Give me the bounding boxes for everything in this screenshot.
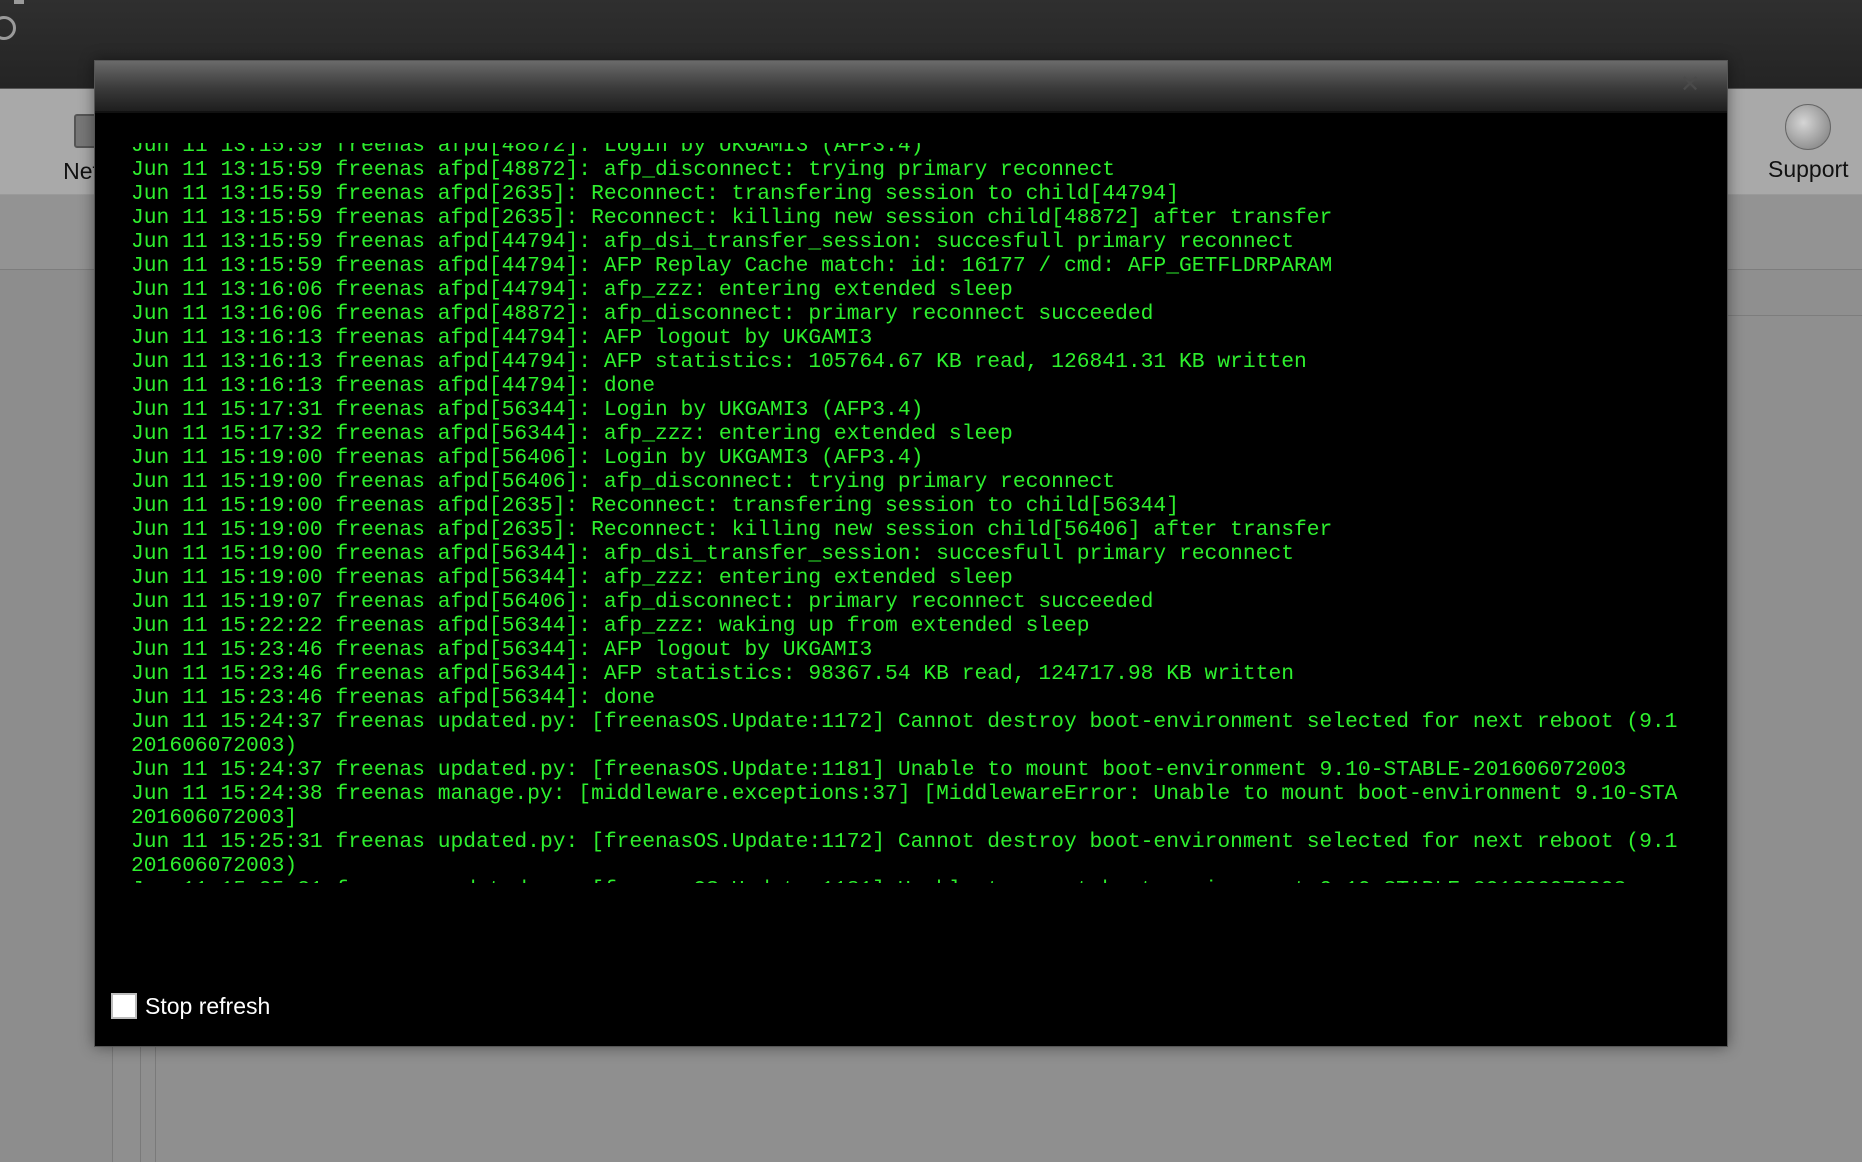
- log-line: Jun 11 13:15:59 freenas afpd[2635]: Reco…: [131, 182, 1179, 206]
- support-icon: [1785, 104, 1832, 150]
- log-line: 201606072003): [131, 854, 298, 878]
- log-line: Jun 11 13:16:13 freenas afpd[44794]: AFP…: [131, 350, 1307, 374]
- log-output[interactable]: Jun 11 13:15:59 freenas afpd[48872]: Log…: [131, 143, 1727, 883]
- log-dialog: ✕ Jun 11 13:15:59 freenas afpd[48872]: L…: [94, 60, 1728, 1047]
- log-line: Jun 11 15:17:32 freenas afpd[56344]: afp…: [131, 422, 1013, 446]
- log-line: Jun 11 15:25:31 freenas updated.py: [fre…: [131, 830, 1678, 854]
- log-line: 201606072003): [131, 734, 298, 758]
- log-line: Jun 11 13:16:06 freenas afpd[44794]: afp…: [131, 278, 1013, 302]
- log-line: Jun 11 13:15:59 freenas afpd[2635]: Reco…: [131, 206, 1333, 230]
- log-line: Jun 11 13:15:59 freenas afpd[48872]: afp…: [131, 158, 1116, 182]
- log-line: Jun 11 15:24:37 freenas updated.py: [fre…: [131, 758, 1627, 782]
- log-line: Jun 11 15:22:22 freenas afpd[56344]: afp…: [131, 614, 1090, 638]
- log-line: Jun 11 13:15:59 freenas afpd[48872]: Log…: [131, 143, 924, 158]
- log-line: Jun 11 15:19:00 freenas afpd[56406]: afp…: [131, 470, 1116, 494]
- log-line: Jun 11 15:19:07 freenas afpd[56406]: afp…: [131, 590, 1154, 614]
- log-line: Jun 11 15:24:38 freenas manage.py: [midd…: [131, 782, 1678, 806]
- log-line: Jun 11 13:15:59 freenas afpd[44794]: afp…: [131, 230, 1294, 254]
- log-line: Jun 11 15:17:31 freenas afpd[56344]: Log…: [131, 398, 924, 422]
- stop-refresh-label[interactable]: Stop refresh: [145, 993, 270, 1019]
- menu-fragment-icon: [14, 0, 24, 4]
- log-line: Jun 11 13:16:13 freenas afpd[44794]: AFP…: [131, 326, 873, 350]
- nav-item-support-label: Support: [1768, 156, 1849, 182]
- log-line: Jun 11 15:25:31 freenas updated.py: [fre…: [131, 878, 1727, 883]
- nav-item-support[interactable]: Support: [1768, 100, 1849, 183]
- log-line: Jun 11 13:16:13 freenas afpd[44794]: don…: [131, 374, 655, 398]
- log-line: Jun 11 15:23:46 freenas afpd[56344]: AFP…: [131, 638, 873, 662]
- log-line: Jun 11 15:19:00 freenas afpd[2635]: Reco…: [131, 494, 1179, 518]
- background-pane-border: [140, 1044, 156, 1162]
- stop-refresh-checkbox[interactable]: [111, 993, 137, 1019]
- log-line: Jun 11 13:16:06 freenas afpd[48872]: afp…: [131, 302, 1154, 326]
- log-line: 201606072003]: [131, 806, 298, 830]
- power-icon: [0, 16, 16, 40]
- close-icon[interactable]: ✕: [1679, 72, 1701, 96]
- log-line: Jun 11 15:19:00 freenas afpd[56406]: Log…: [131, 446, 924, 470]
- log-line: Jun 11 15:24:37 freenas updated.py: [fre…: [131, 710, 1678, 734]
- log-line: Jun 11 13:15:59 freenas afpd[44794]: AFP…: [131, 254, 1333, 278]
- log-line: Jun 11 15:23:46 freenas afpd[56344]: don…: [131, 686, 655, 710]
- log-line: Jun 11 15:23:46 freenas afpd[56344]: AFP…: [131, 662, 1294, 686]
- log-line: Jun 11 15:19:00 freenas afpd[2635]: Reco…: [131, 518, 1333, 542]
- dialog-titlebar[interactable]: ✕: [95, 61, 1727, 113]
- log-line: Jun 11 15:19:00 freenas afpd[56344]: afp…: [131, 542, 1294, 566]
- log-line: Jun 11 15:19:00 freenas afpd[56344]: afp…: [131, 566, 1013, 590]
